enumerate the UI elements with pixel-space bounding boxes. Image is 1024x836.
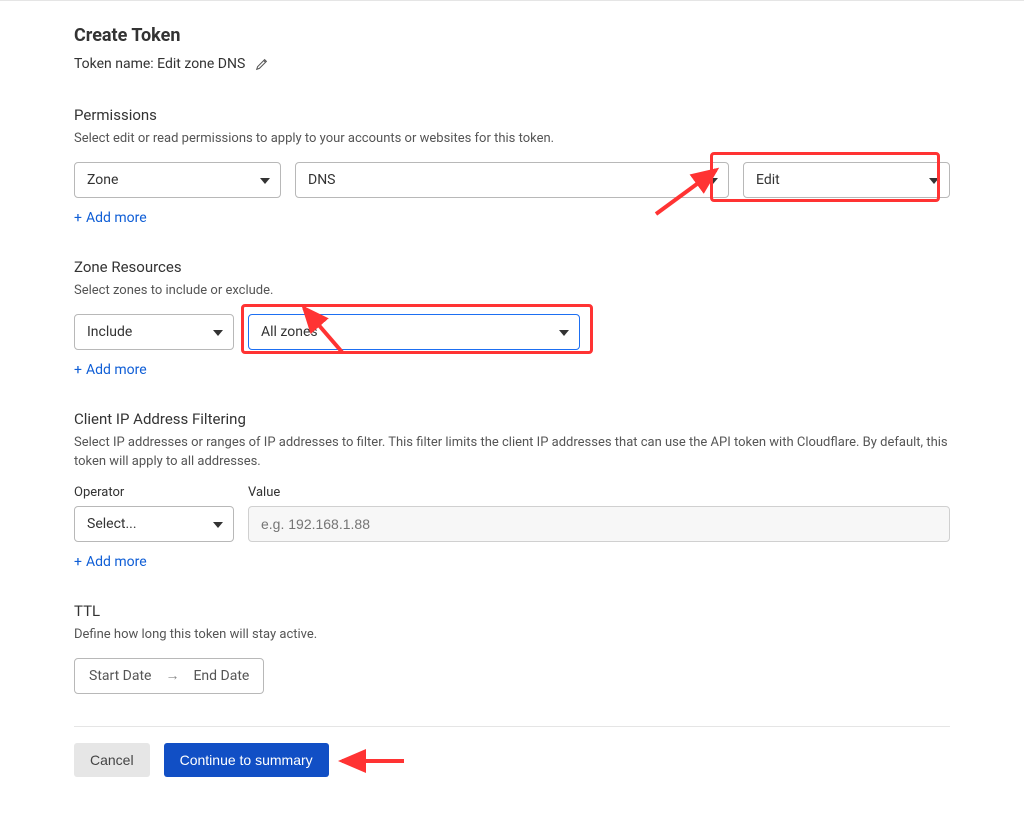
zone-mode-value: Include [87,324,132,340]
permissions-access-value: Edit [756,172,780,188]
ttl-end-date: End Date [193,668,249,684]
zone-resources-row: Include All zones [74,314,950,350]
footer-actions: Cancel Continue to summary [74,743,950,777]
plus-icon: + [74,362,82,378]
cancel-button[interactable]: Cancel [74,743,150,777]
permissions-row: Zone DNS Edit [74,162,950,198]
token-name-text: Token name: Edit zone DNS [74,56,245,72]
ip-value-input[interactable] [248,506,950,542]
value-col-label: Value [248,485,280,500]
ip-operator-value: Select... [87,516,137,532]
chevron-down-icon [559,324,569,340]
ip-filter-section: Client IP Address Filtering Select IP ad… [74,410,950,569]
page-title: Create Token [74,25,950,46]
permissions-resource-value: DNS [308,172,336,188]
permissions-resource-select[interactable]: DNS [295,162,729,198]
ip-add-more[interactable]: + Add more [74,554,147,570]
ttl-section: TTL Define how long this token will stay… [74,602,950,694]
zone-mode-select[interactable]: Include [74,314,234,350]
chevron-down-icon [929,172,939,188]
ip-filter-col-labels: Operator Value [74,485,950,500]
operator-col-label: Operator [74,485,234,500]
footer-separator [74,726,950,727]
token-name-value: Edit zone DNS [157,56,245,72]
permissions-scope-select[interactable]: Zone [74,162,281,198]
zone-add-more[interactable]: + Add more [74,362,147,378]
chevron-down-icon [260,172,270,188]
ttl-heading: TTL [74,602,950,620]
permissions-subheading: Select edit or read permissions to apply… [74,130,950,148]
ttl-start-date: Start Date [89,668,151,684]
chevron-down-icon [213,516,223,532]
ip-operator-select[interactable]: Select... [74,506,234,542]
annotation-arrow-continue [334,749,414,777]
plus-icon: + [74,210,82,226]
chevron-down-icon [708,172,718,188]
add-more-label: Add more [86,210,147,226]
token-name-row: Token name: Edit zone DNS [74,56,950,72]
ip-filter-heading: Client IP Address Filtering [74,410,950,428]
zone-selection-value: All zones [261,324,318,340]
zone-resources-subheading: Select zones to include or exclude. [74,282,950,300]
zone-resources-section: Zone Resources Select zones to include o… [74,258,950,378]
ttl-subheading: Define how long this token will stay act… [74,626,950,644]
add-more-label: Add more [86,554,147,570]
add-more-label: Add more [86,362,147,378]
permissions-scope-value: Zone [87,172,118,188]
continue-button[interactable]: Continue to summary [164,743,329,777]
ip-filter-row: Select... [74,506,950,542]
arrow-right-icon: → [165,667,179,684]
permissions-add-more[interactable]: + Add more [74,210,147,226]
token-name-label: Token name: [74,56,154,72]
edit-name-icon[interactable] [255,57,269,71]
ip-filter-subheading: Select IP addresses or ranges of IP addr… [74,434,950,470]
ttl-date-range[interactable]: Start Date → End Date [74,658,264,694]
permissions-access-select[interactable]: Edit [743,162,950,198]
permissions-section: Permissions Select edit or read permissi… [74,106,950,226]
zone-selection-select[interactable]: All zones [248,314,580,350]
permissions-heading: Permissions [74,106,950,124]
zone-resources-heading: Zone Resources [74,258,950,276]
chevron-down-icon [213,324,223,340]
plus-icon: + [74,554,82,570]
